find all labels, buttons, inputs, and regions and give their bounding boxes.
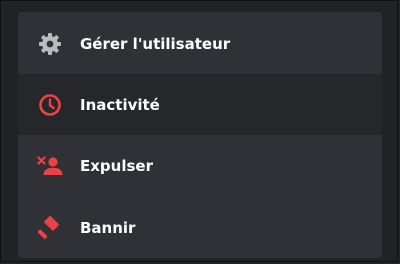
- gear-icon: [37, 31, 63, 57]
- menu-item-manage-user[interactable]: Gérer l'utilisateur: [18, 14, 382, 74]
- menu-item-label: Bannir: [80, 219, 136, 237]
- clock-icon: [37, 92, 63, 118]
- menu-item-label: Gérer l'utilisateur: [80, 35, 231, 53]
- ban-hammer-icon: [37, 215, 63, 241]
- menu-item-ban[interactable]: Bannir: [18, 198, 382, 258]
- menu-item-kick[interactable]: Expulser: [18, 136, 382, 196]
- user-context-menu: Gérer l'utilisateur Inactivité Expulser: [18, 12, 382, 258]
- menu-item-label: Inactivité: [80, 95, 160, 114]
- menu-item-label: Expulser: [80, 157, 153, 175]
- menu-item-timeout[interactable]: Inactivité: [18, 74, 382, 135]
- remove-user-icon: [37, 153, 63, 179]
